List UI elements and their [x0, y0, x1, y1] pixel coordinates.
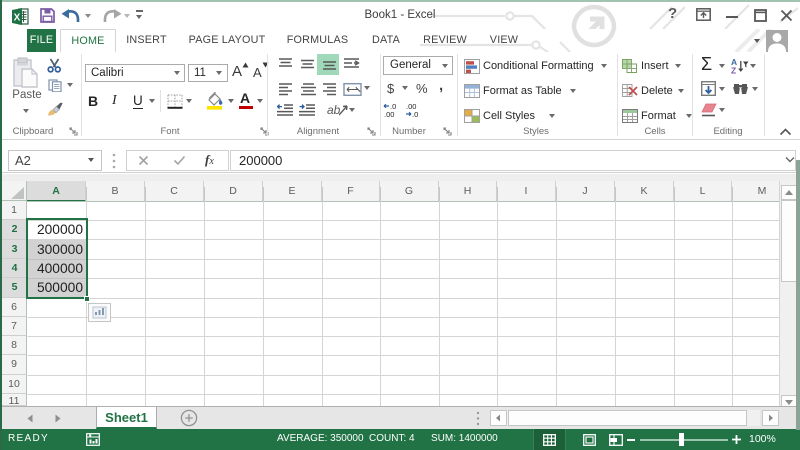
- svg-text:.0: .0: [412, 110, 418, 117]
- svg-text:Z: Z: [731, 66, 736, 75]
- svg-text:.00: .00: [384, 110, 394, 117]
